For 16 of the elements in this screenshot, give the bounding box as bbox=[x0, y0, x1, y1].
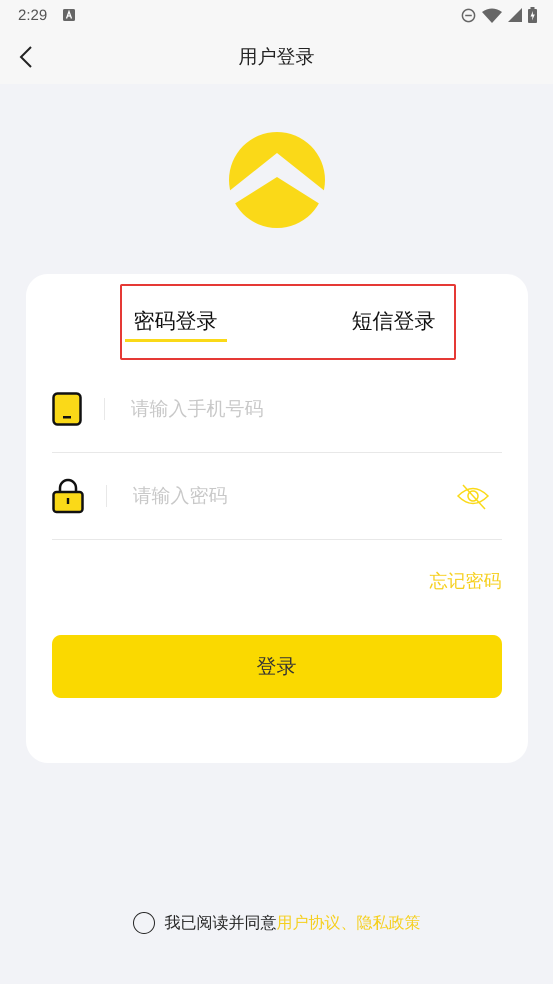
agreement-radio[interactable] bbox=[132, 912, 154, 934]
login-button[interactable]: 登录 bbox=[52, 635, 502, 698]
keyboard-notification-icon bbox=[63, 9, 76, 21]
lock-icon bbox=[52, 478, 84, 514]
signal-icon bbox=[508, 8, 522, 22]
login-tab[interactable]: 短信登录 bbox=[342, 298, 444, 342]
do-not-disturb-icon bbox=[461, 8, 476, 22]
logo-icon bbox=[228, 131, 326, 229]
phone-icon bbox=[52, 392, 82, 426]
status-time: 2:29 bbox=[18, 6, 48, 24]
login-tab[interactable]: 密码登录 bbox=[124, 298, 226, 342]
back-icon[interactable] bbox=[19, 45, 33, 69]
page-title: 用户登录 bbox=[238, 45, 314, 70]
battery-icon bbox=[528, 7, 537, 23]
wifi-icon bbox=[482, 8, 502, 22]
agreement-text: 我已阅读并同意用户协议、隐私政策 bbox=[164, 912, 420, 934]
